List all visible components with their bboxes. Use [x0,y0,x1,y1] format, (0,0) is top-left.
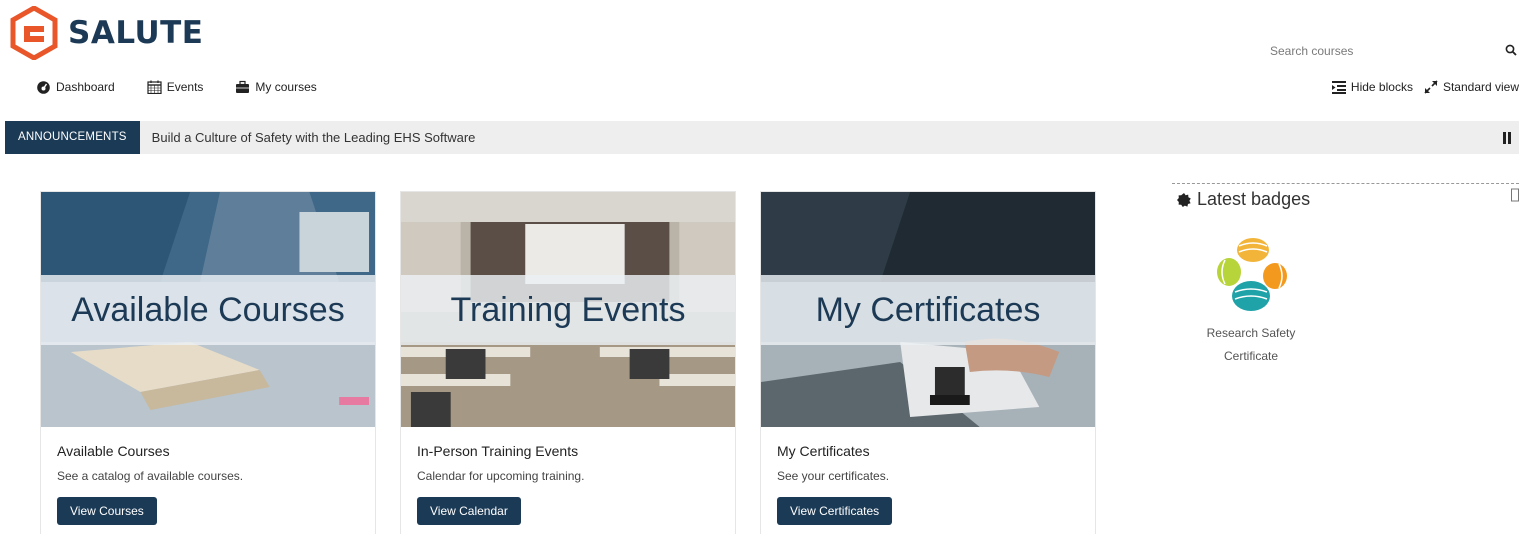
collapse-icon[interactable] [1511,188,1519,202]
card-image[interactable]: Available Courses [41,192,375,427]
card-available-courses: Available Courses Available Courses See … [40,191,376,534]
standard-view-label: Standard view [1442,80,1519,94]
card-banner: My Certificates [761,275,1095,345]
card-description: Calendar for upcoming training. [417,469,585,483]
pause-icon[interactable] [1502,132,1512,144]
announcement-bar: ANNOUNCEMENTS Build a Culture of Safety … [5,121,1519,154]
nav-events[interactable]: Events [147,80,204,94]
course-search [1262,36,1519,66]
card-training-events: Training Events In-Person Training Event… [400,191,736,534]
outdent-icon [1331,81,1346,94]
latest-badges-block: Latest badges Research Safety Certificat… [1172,183,1519,363]
card-description: See a catalog of available courses. [57,469,244,483]
briefcase-icon [236,80,250,93]
nav-dashboard-label: Dashboard [56,80,115,94]
badges-title: Latest badges [1197,189,1311,209]
badges-header: Latest badges [1177,189,1519,210]
card-banner: Available Courses [41,275,375,345]
card-title[interactable]: My Certificates [777,443,1079,459]
card-image[interactable]: Training Events [401,192,735,427]
hide-blocks-button[interactable]: Hide blocks [1331,80,1413,94]
announcement-label: ANNOUNCEMENTS [5,121,140,154]
compress-icon [1424,80,1438,94]
card-body: In-Person Training Events Calendar for u… [401,427,735,534]
card-banner: Training Events [401,275,735,345]
primary-nav: Dashboard Events My courses [36,80,317,94]
research-safety-badge-image [1217,238,1287,311]
badge-research-safety[interactable]: Research Safety Certificate [1197,232,1305,368]
dashboard-icon [37,81,50,94]
nav-events-label: Events [166,80,204,94]
brand-name: SALUTE [68,15,204,51]
view-controls: Hide blocks Standard view [1331,80,1519,94]
calendar-icon [147,80,162,94]
hide-blocks-label: Hide blocks [1350,80,1413,94]
certificate-seal-icon [1177,192,1191,207]
badge-name: Research Safety Certificate [1197,322,1305,368]
nav-my-courses-label: My courses [255,80,317,94]
card-body: Available Courses See a catalog of avail… [41,427,375,534]
nav-dashboard[interactable]: Dashboard [36,80,115,94]
announcement-text[interactable]: Build a Culture of Safety with the Leadi… [152,130,476,145]
search-icon[interactable] [1505,44,1517,56]
view-calendar-button[interactable]: View Calendar [417,497,521,525]
view-courses-button[interactable]: View Courses [57,497,157,525]
standard-view-button[interactable]: Standard view [1423,80,1519,94]
nav-my-courses[interactable]: My courses [235,80,317,94]
card-image[interactable]: My Certificates [761,192,1095,427]
card-body: My Certificates See your certificates. V… [761,427,1095,534]
salute-logo-icon [10,6,58,60]
card-title[interactable]: Available Courses [57,443,359,459]
card-description: See your certificates. [777,469,890,483]
badge-name-line-2: Certificate [1223,349,1279,363]
card-my-certificates: My Certificates My Certificates See your… [760,191,1096,534]
view-certificates-button[interactable]: View Certificates [777,497,893,525]
search-input[interactable] [1262,36,1492,66]
site-logo[interactable]: SALUTE [10,6,203,60]
badge-name-line-1: Research Safety [1206,326,1296,340]
card-title[interactable]: In-Person Training Events [417,443,719,459]
